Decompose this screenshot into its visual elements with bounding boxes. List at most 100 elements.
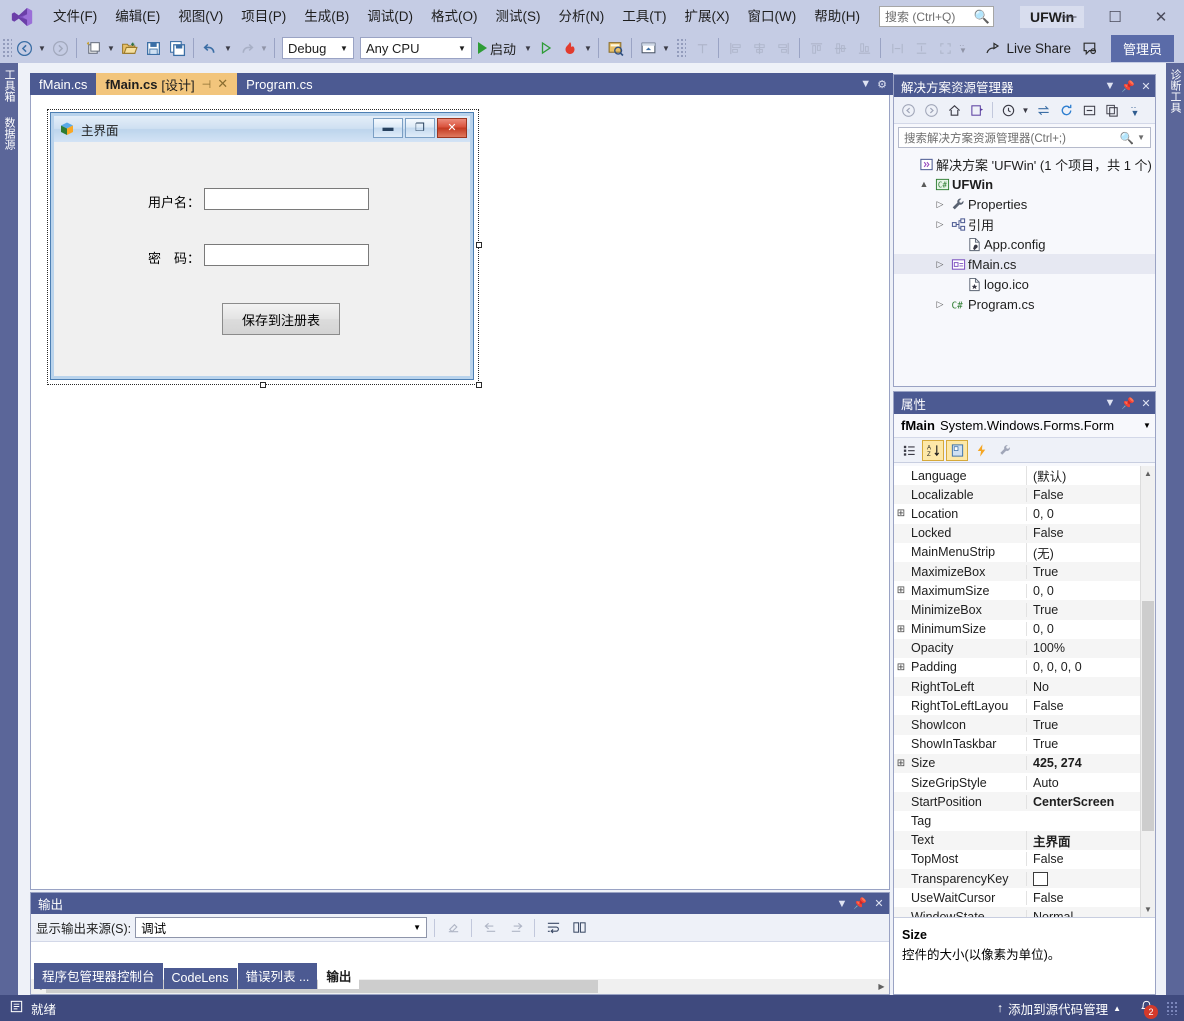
property-value[interactable]: 0, 0 <box>1026 506 1155 521</box>
preview-dropdown[interactable]: ▼ <box>660 36 672 60</box>
expand-plus-icon[interactable]: ⊞ <box>894 662 908 673</box>
editor-tab-fmain-designer[interactable]: fMain.cs [设计] ⊣ ✕ <box>96 73 238 95</box>
property-value[interactable]: CenterScreen <box>1026 794 1155 809</box>
editor-tab-program-cs[interactable]: Program.cs <box>237 73 322 95</box>
undo-dropdown[interactable]: ▼ <box>222 36 234 60</box>
collapse-all-icon[interactable] <box>1078 99 1100 121</box>
properties-object-selector[interactable]: fMain System.Windows.Forms.Form ▼ <box>894 414 1155 438</box>
tree-item-project-ufwin[interactable]: ▲ C# UFWin <box>894 174 1155 194</box>
chevron-down-icon[interactable]: ▼ <box>1101 397 1119 409</box>
close-icon[interactable]: ✕ <box>1137 397 1155 410</box>
designed-windows-form[interactable]: 主界面 ▬ ❐ ✕ 用户名： 密 码： 保存到注册表 <box>50 112 474 380</box>
resize-handle-right[interactable] <box>476 242 482 248</box>
properties-categorized-button[interactable] <box>898 440 920 461</box>
property-row[interactable]: UseWaitCursor False <box>894 888 1155 907</box>
align-middles-icon[interactable] <box>828 36 852 60</box>
tree-item-app-config[interactable]: App.config <box>894 234 1155 254</box>
property-value[interactable]: False <box>1026 487 1155 502</box>
pin-icon[interactable]: 📌 <box>851 897 869 910</box>
property-row[interactable]: RightToLeftLayou False <box>894 696 1155 715</box>
property-row[interactable]: MainMenuStrip (无) <box>894 542 1155 562</box>
chevron-down-icon[interactable]: ▼ <box>1139 421 1155 430</box>
property-row[interactable]: TransparencyKey <box>894 868 1155 889</box>
menu-view[interactable]: 视图(V) <box>169 0 232 33</box>
property-row[interactable]: StartPosition CenterScreen <box>894 792 1155 812</box>
refresh-icon[interactable] <box>1055 99 1077 121</box>
menu-edit[interactable]: 编辑(E) <box>106 0 169 33</box>
label-password[interactable]: 密 码： <box>148 248 200 267</box>
vertical-tab-data-sources[interactable]: 数据源 <box>0 111 18 156</box>
start-debugging-button[interactable]: 启动 <box>475 36 522 60</box>
property-value[interactable]: Auto <box>1026 775 1155 790</box>
home-icon[interactable] <box>943 99 965 121</box>
chevron-down-icon[interactable]: ▼ <box>1134 133 1148 142</box>
collapse-twisty-icon[interactable]: ▷ <box>932 259 948 270</box>
chevron-down-icon[interactable]: ▼ <box>860 78 871 90</box>
property-row[interactable]: RightToLeft No <box>894 677 1155 697</box>
gear-icon[interactable]: ⚙ <box>877 78 887 91</box>
editor-tab-fmain-cs[interactable]: fMain.cs <box>30 73 97 95</box>
close-icon[interactable]: ✕ <box>1137 80 1155 93</box>
dock-tab-package-manager-console[interactable]: 程序包管理器控制台 <box>34 963 163 989</box>
textbox-username[interactable] <box>204 188 369 210</box>
scroll-thumb[interactable] <box>1142 601 1154 831</box>
property-value[interactable]: False <box>1026 526 1155 541</box>
property-value[interactable]: (默认) <box>1026 466 1155 486</box>
property-value[interactable]: True <box>1026 737 1155 752</box>
show-all-files-icon[interactable] <box>1101 99 1123 121</box>
property-row[interactable]: Locked False <box>894 523 1155 543</box>
chevron-down-icon[interactable]: ▼ <box>1101 80 1119 92</box>
property-value[interactable]: (无) <box>1026 542 1155 562</box>
expand-plus-icon[interactable]: ⊞ <box>894 508 908 519</box>
properties-events-button[interactable] <box>970 440 992 461</box>
property-value[interactable]: No <box>1026 679 1155 694</box>
hot-reload-icon[interactable] <box>558 36 582 60</box>
property-value[interactable]: Normal <box>1026 909 1155 917</box>
align-centers-icon[interactable] <box>747 36 771 60</box>
dock-tab-error-list[interactable]: 错误列表 ... <box>237 963 318 989</box>
tab-order-icon[interactable] <box>690 36 714 60</box>
menu-build[interactable]: 生成(B) <box>295 0 358 33</box>
property-value[interactable]: 0, 0, 0, 0 <box>1026 660 1155 675</box>
pending-changes-icon[interactable] <box>997 99 1019 121</box>
pin-icon[interactable]: 📌 <box>1119 397 1137 410</box>
property-row[interactable]: Text 主界面 <box>894 830 1155 850</box>
dock-tab-codelens[interactable]: CodeLens <box>163 968 237 989</box>
menu-window[interactable]: 窗口(W) <box>739 0 806 33</box>
toolbar-grip[interactable] <box>676 38 687 58</box>
align-bottoms-icon[interactable] <box>852 36 876 60</box>
dock-tab-output[interactable]: 输出 <box>318 963 360 989</box>
close-icon[interactable]: ✕ <box>217 76 228 92</box>
textbox-password[interactable] <box>204 244 369 266</box>
navigate-forward-icon[interactable] <box>48 36 72 60</box>
form-selection-frame[interactable]: 主界面 ▬ ❐ ✕ 用户名： 密 码： 保存到注册表 <box>47 109 482 388</box>
property-row[interactable]: MaximizeBox True <box>894 561 1155 582</box>
make-same-height-icon[interactable] <box>909 36 933 60</box>
solution-platform-combo[interactable]: Any CPU ▼ <box>360 37 472 59</box>
align-tops-icon[interactable] <box>804 36 828 60</box>
redo-dropdown[interactable]: ▼ <box>258 36 270 60</box>
properties-alphabetical-button[interactable]: AZ <box>922 439 944 461</box>
property-value[interactable]: True <box>1026 718 1155 733</box>
clear-all-icon[interactable] <box>442 917 464 939</box>
form-client-area[interactable]: 用户名： 密 码： 保存到注册表 <box>55 143 469 375</box>
switch-views-icon[interactable] <box>966 99 988 121</box>
overflow-icon[interactable]: ·· ▼ <box>1124 99 1146 121</box>
feedback-icon[interactable] <box>1079 36 1103 60</box>
new-project-dropdown[interactable]: ▼ <box>105 36 117 60</box>
global-search-box[interactable]: 搜索 (Ctrl+Q) 🔍 <box>878 6 994 27</box>
property-row[interactable]: ⊞ MinimumSize 0, 0 <box>894 620 1155 639</box>
property-row[interactable]: MinimizeBox True <box>894 600 1155 620</box>
maximize-button[interactable]: ☐ <box>1092 0 1138 33</box>
button-save-to-registry[interactable]: 保存到注册表 <box>222 303 340 335</box>
toolbar-overflow-icon[interactable]: ·· ▼ <box>957 36 969 60</box>
property-value[interactable]: False <box>1026 698 1155 713</box>
solution-explorer-search-input[interactable]: 搜索解决方案资源管理器(Ctrl+;) <box>904 130 1120 146</box>
label-username[interactable]: 用户名： <box>148 192 200 211</box>
property-row[interactable]: SizeGripStyle Auto <box>894 773 1155 792</box>
new-project-icon[interactable] <box>81 36 105 60</box>
properties-page-button[interactable] <box>946 439 968 461</box>
toggle-word-wrap-icon[interactable] <box>542 917 564 939</box>
property-value[interactable]: 0, 0 <box>1026 583 1155 598</box>
make-same-width-icon[interactable] <box>885 36 909 60</box>
